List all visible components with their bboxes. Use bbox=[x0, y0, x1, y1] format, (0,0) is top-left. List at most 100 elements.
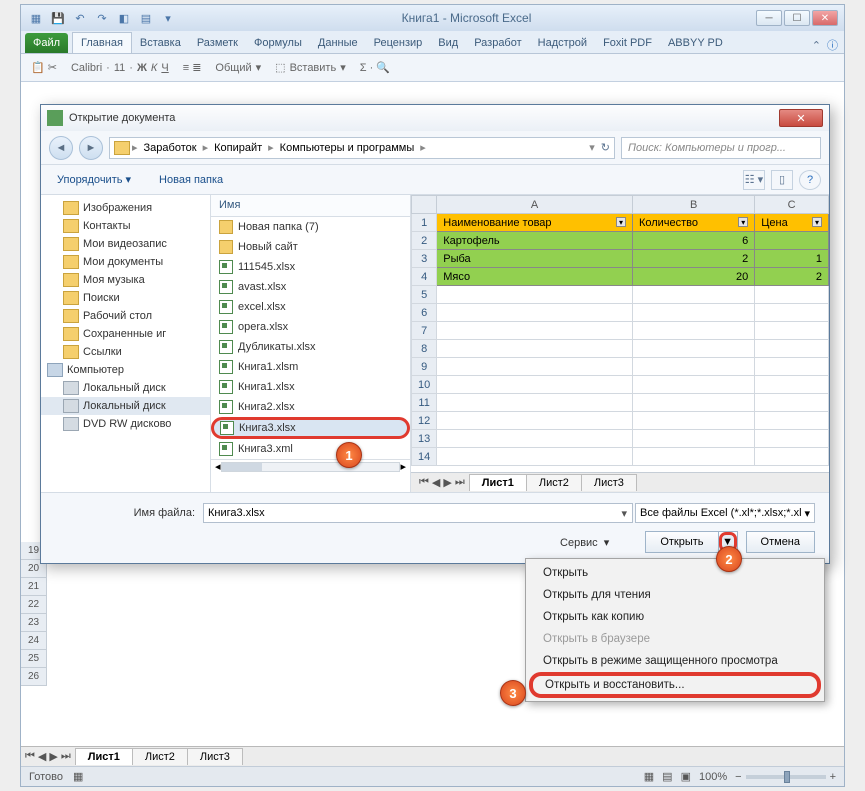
tree-item[interactable]: DVD RW дисково bbox=[41, 415, 210, 433]
tools-button[interactable]: Сервис ▾ bbox=[560, 536, 609, 549]
col-header[interactable] bbox=[412, 196, 437, 214]
filename-dropdown-icon[interactable]: ▾ bbox=[621, 507, 627, 520]
sheet-tab-3[interactable]: Лист3 bbox=[187, 748, 243, 765]
file-item[interactable]: Книга1.xlsm bbox=[211, 357, 410, 377]
sheet-tab-2[interactable]: Лист2 bbox=[132, 748, 188, 765]
filter-icon[interactable]: ▾ bbox=[812, 217, 822, 227]
filter-icon[interactable]: ▾ bbox=[616, 217, 626, 227]
row-header[interactable]: 14 bbox=[412, 448, 437, 466]
redo-icon[interactable]: ↷ bbox=[93, 9, 111, 27]
list-header-name[interactable]: Имя bbox=[211, 195, 410, 217]
row-header[interactable]: 21 bbox=[21, 578, 47, 596]
folder-tree[interactable]: ИзображенияКонтактыМои видеозаписМои док… bbox=[41, 195, 211, 492]
qat-icon-4[interactable]: ◧ bbox=[115, 9, 133, 27]
file-item[interactable]: excel.xlsx bbox=[211, 297, 410, 317]
tab-insert[interactable]: Вставка bbox=[132, 33, 189, 53]
sheet-nav-prev-icon[interactable]: ◀ bbox=[38, 750, 46, 763]
row-header[interactable]: 9 bbox=[412, 358, 437, 376]
minimize-button[interactable]: ─ bbox=[756, 10, 782, 26]
dialog-close-button[interactable]: ✕ bbox=[779, 109, 823, 127]
menu-item[interactable]: Открыть в режиме защищенного просмотра bbox=[529, 650, 821, 672]
file-item[interactable]: Книга1.xlsx bbox=[211, 377, 410, 397]
tree-item[interactable]: Локальный диск bbox=[41, 397, 210, 415]
file-item[interactable]: Новый сайт bbox=[211, 237, 410, 257]
pv-sheet-1[interactable]: Лист1 bbox=[469, 474, 527, 491]
zoom-slider[interactable]: − + bbox=[735, 771, 836, 783]
menu-item[interactable]: Открыть для чтения bbox=[529, 584, 821, 606]
tab-review[interactable]: Рецензир bbox=[366, 33, 431, 53]
menu-item[interactable]: Открыть как копию bbox=[529, 606, 821, 628]
search-input[interactable]: Поиск: Компьютеры и прогр... bbox=[621, 137, 821, 159]
row-header[interactable]: 8 bbox=[412, 340, 437, 358]
col-header[interactable]: C bbox=[755, 196, 829, 214]
tree-item[interactable]: Рабочий стол bbox=[41, 307, 210, 325]
tree-item[interactable]: Поиски bbox=[41, 289, 210, 307]
breadcrumb-seg-0[interactable]: Заработок bbox=[140, 142, 201, 154]
clipboard-group[interactable]: 📋 ✂ bbox=[31, 61, 57, 74]
preview-pane-icon[interactable]: ▯ bbox=[771, 170, 793, 190]
row-header[interactable]: 11 bbox=[412, 394, 437, 412]
row-header[interactable]: 25 bbox=[21, 650, 47, 668]
row-header[interactable]: 1 bbox=[412, 214, 437, 232]
dialog-help-icon[interactable]: ? bbox=[799, 170, 821, 190]
tab-layout[interactable]: Разметк bbox=[189, 33, 246, 53]
tree-item[interactable]: Контакты bbox=[41, 217, 210, 235]
macro-icon[interactable]: ▦ bbox=[73, 770, 83, 783]
tab-view[interactable]: Вид bbox=[430, 33, 466, 53]
tree-item[interactable]: Моя музыка bbox=[41, 271, 210, 289]
tree-item[interactable]: Изображения bbox=[41, 199, 210, 217]
zoom-in-icon[interactable]: + bbox=[830, 771, 836, 783]
tree-item[interactable]: Мои видеозапис bbox=[41, 235, 210, 253]
file-item[interactable]: opera.xlsx bbox=[211, 317, 410, 337]
file-item[interactable]: Книга3.xml bbox=[211, 439, 410, 459]
pv-sheet-3[interactable]: Лист3 bbox=[581, 474, 637, 491]
qat-dropdown-icon[interactable]: ▾ bbox=[159, 9, 177, 27]
tree-item[interactable]: Ссылки bbox=[41, 343, 210, 361]
row-header[interactable]: 7 bbox=[412, 322, 437, 340]
tab-home[interactable]: Главная bbox=[72, 32, 132, 53]
row-header[interactable]: 22 bbox=[21, 596, 47, 614]
number-group[interactable]: Общий ▾ bbox=[215, 61, 261, 74]
qat-icon-5[interactable]: ▤ bbox=[137, 9, 155, 27]
cancel-button[interactable]: Отмена bbox=[746, 531, 815, 553]
cells-group[interactable]: ⬚ Вставить ▾ bbox=[275, 61, 346, 74]
refresh-icon[interactable]: ↻ bbox=[601, 141, 610, 154]
maximize-button[interactable]: ☐ bbox=[784, 10, 810, 26]
row-header[interactable]: 5 bbox=[412, 286, 437, 304]
tab-file[interactable]: Файл bbox=[25, 33, 68, 53]
col-header[interactable]: A bbox=[437, 196, 633, 214]
pv-sheet-2[interactable]: Лист2 bbox=[526, 474, 582, 491]
sheet-nav-last-icon[interactable]: ⏭ bbox=[61, 750, 71, 763]
menu-item[interactable]: Открыть bbox=[529, 562, 821, 584]
row-header[interactable]: 12 bbox=[412, 412, 437, 430]
file-item[interactable]: Книга3.xlsx bbox=[211, 417, 410, 439]
tab-foxit[interactable]: Foxit PDF bbox=[595, 33, 660, 53]
nav-forward-button[interactable]: ► bbox=[79, 136, 103, 160]
filter-icon[interactable]: ▾ bbox=[738, 217, 748, 227]
file-type-filter[interactable]: Все файлы Excel (*.xl*;*.xlsx;*.xl▾ bbox=[635, 503, 815, 523]
row-header[interactable]: 24 bbox=[21, 632, 47, 650]
ribbon-minimize-icon[interactable]: ⌃ bbox=[812, 39, 821, 52]
undo-icon[interactable]: ↶ bbox=[71, 9, 89, 27]
file-item[interactable]: Новая папка (7) bbox=[211, 217, 410, 237]
view-options-icon[interactable]: ☷ ▾ bbox=[743, 170, 765, 190]
tree-item[interactable]: Сохраненные иг bbox=[41, 325, 210, 343]
help-icon[interactable]: ⓘ bbox=[827, 37, 838, 53]
file-item[interactable]: Дубликаты.xlsx bbox=[211, 337, 410, 357]
save-icon[interactable]: 💾 bbox=[49, 9, 67, 27]
breadcrumb[interactable]: ▸ Заработок▸ Копирайт▸ Компьютеры и прог… bbox=[109, 137, 615, 159]
view-layout-icon[interactable]: ▤ bbox=[662, 770, 672, 783]
breadcrumb-seg-2[interactable]: Компьютеры и программы bbox=[276, 142, 419, 154]
file-item[interactable]: avast.xlsx bbox=[211, 277, 410, 297]
row-header[interactable]: 13 bbox=[412, 430, 437, 448]
row-header[interactable]: 4 bbox=[412, 268, 437, 286]
list-hscroll[interactable]: ◂▸ bbox=[211, 459, 410, 473]
sheet-nav-first-icon[interactable]: ⏮ bbox=[25, 750, 35, 763]
zoom-out-icon[interactable]: − bbox=[735, 771, 741, 783]
row-header[interactable]: 6 bbox=[412, 304, 437, 322]
tab-formulas[interactable]: Формулы bbox=[246, 33, 310, 53]
tree-item[interactable]: Компьютер bbox=[41, 361, 210, 379]
file-item[interactable]: 111545.xlsx bbox=[211, 257, 410, 277]
tab-addins[interactable]: Надстрой bbox=[530, 33, 595, 53]
sheet-nav-next-icon[interactable]: ▶ bbox=[49, 750, 57, 763]
